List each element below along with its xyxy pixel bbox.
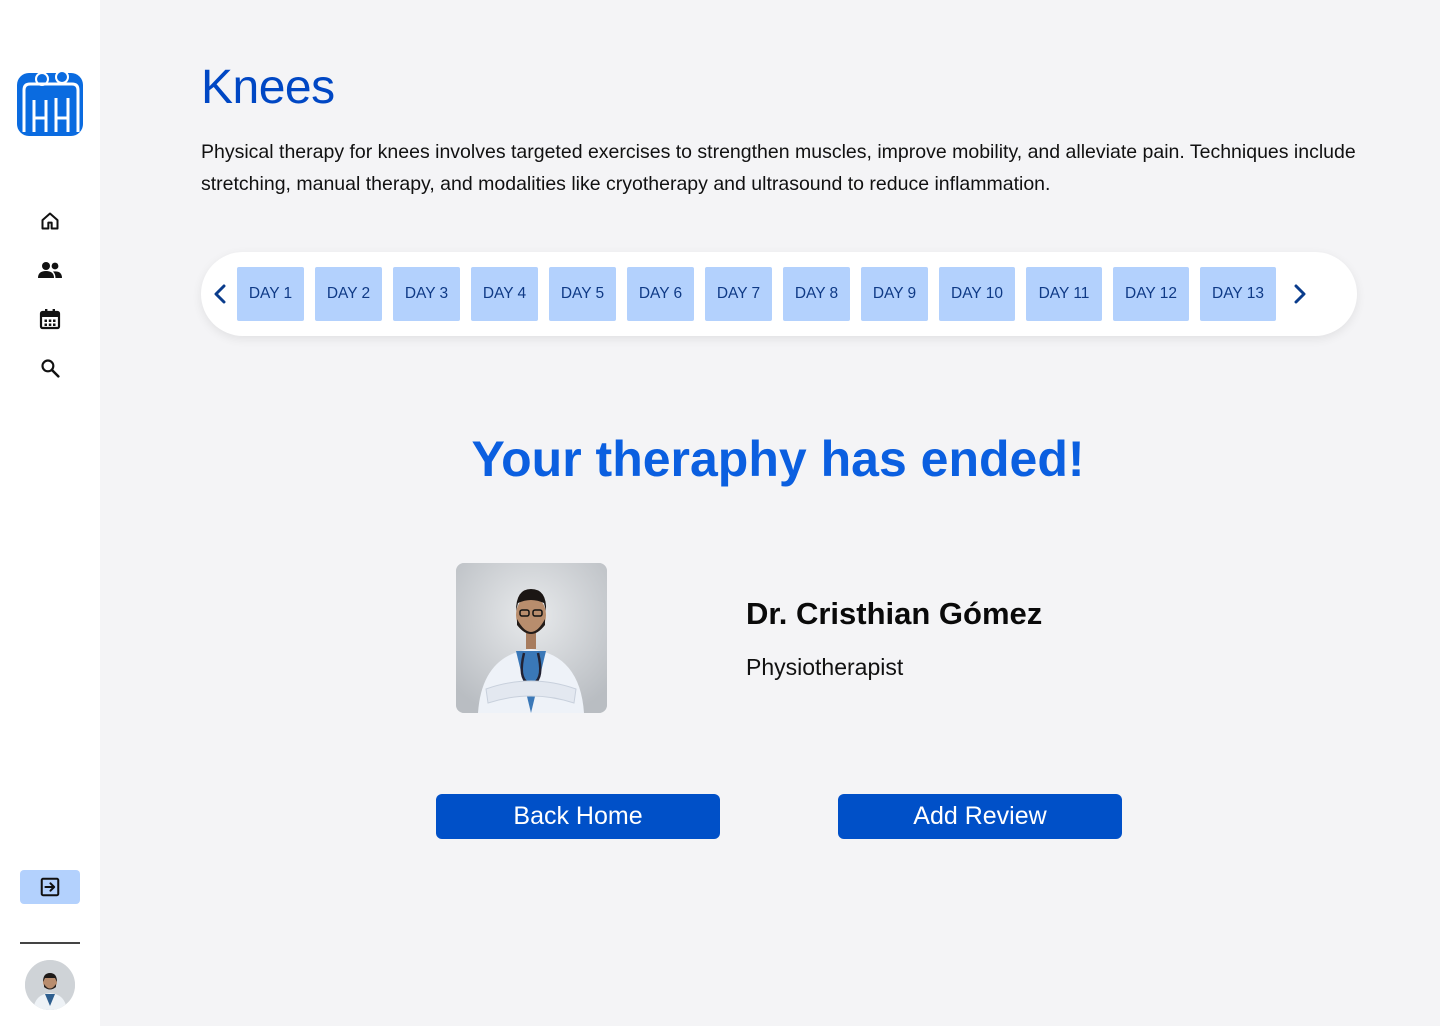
day-tab[interactable]: DAY 5: [549, 267, 616, 321]
back-home-button[interactable]: Back Home: [436, 794, 720, 839]
logout-button[interactable]: [20, 870, 80, 904]
day-tab[interactable]: DAY 12: [1113, 267, 1189, 321]
user-avatar[interactable]: [25, 960, 75, 1010]
day-tab[interactable]: DAY 4: [471, 267, 538, 321]
sidebar-divider: [20, 942, 80, 944]
doctor-name: Dr. Cristhian Gómez: [746, 596, 1043, 631]
home-icon[interactable]: [36, 207, 64, 235]
app-logo[interactable]: [16, 70, 84, 138]
page-title: Knees: [201, 61, 335, 114]
sidebar: [0, 0, 100, 1026]
logout-icon: [40, 877, 60, 897]
chevron-right-icon[interactable]: [1285, 252, 1315, 336]
day-tab[interactable]: DAY 10: [939, 267, 1015, 321]
day-tab[interactable]: DAY 7: [705, 267, 772, 321]
chevron-left-icon[interactable]: [205, 252, 235, 336]
day-tab[interactable]: DAY 9: [861, 267, 928, 321]
page-description: Physical therapy for knees involves targ…: [201, 141, 1356, 195]
day-tab[interactable]: DAY 3: [393, 267, 460, 321]
doctor-role: Physiotherapist: [746, 654, 904, 680]
therapy-ended-heading: Your theraphy has ended!: [471, 431, 1085, 487]
day-tab[interactable]: DAY 2: [315, 267, 382, 321]
day-tab[interactable]: DAY 8: [783, 267, 850, 321]
day-tab[interactable]: DAY 13: [1200, 267, 1276, 321]
day-tab[interactable]: DAY 1: [237, 267, 304, 321]
add-review-button[interactable]: Add Review: [838, 794, 1122, 839]
day-tab[interactable]: DAY 6: [627, 267, 694, 321]
doctor-photo: [456, 563, 607, 713]
day-tab[interactable]: DAY 11: [1026, 267, 1102, 321]
people-icon[interactable]: [36, 256, 64, 284]
search-icon[interactable]: [36, 354, 64, 382]
calendar-icon[interactable]: [36, 305, 64, 333]
day-selector: DAY 1 DAY 2 DAY 3 DAY 4 DAY 5 DAY 6 DAY …: [201, 252, 1357, 336]
